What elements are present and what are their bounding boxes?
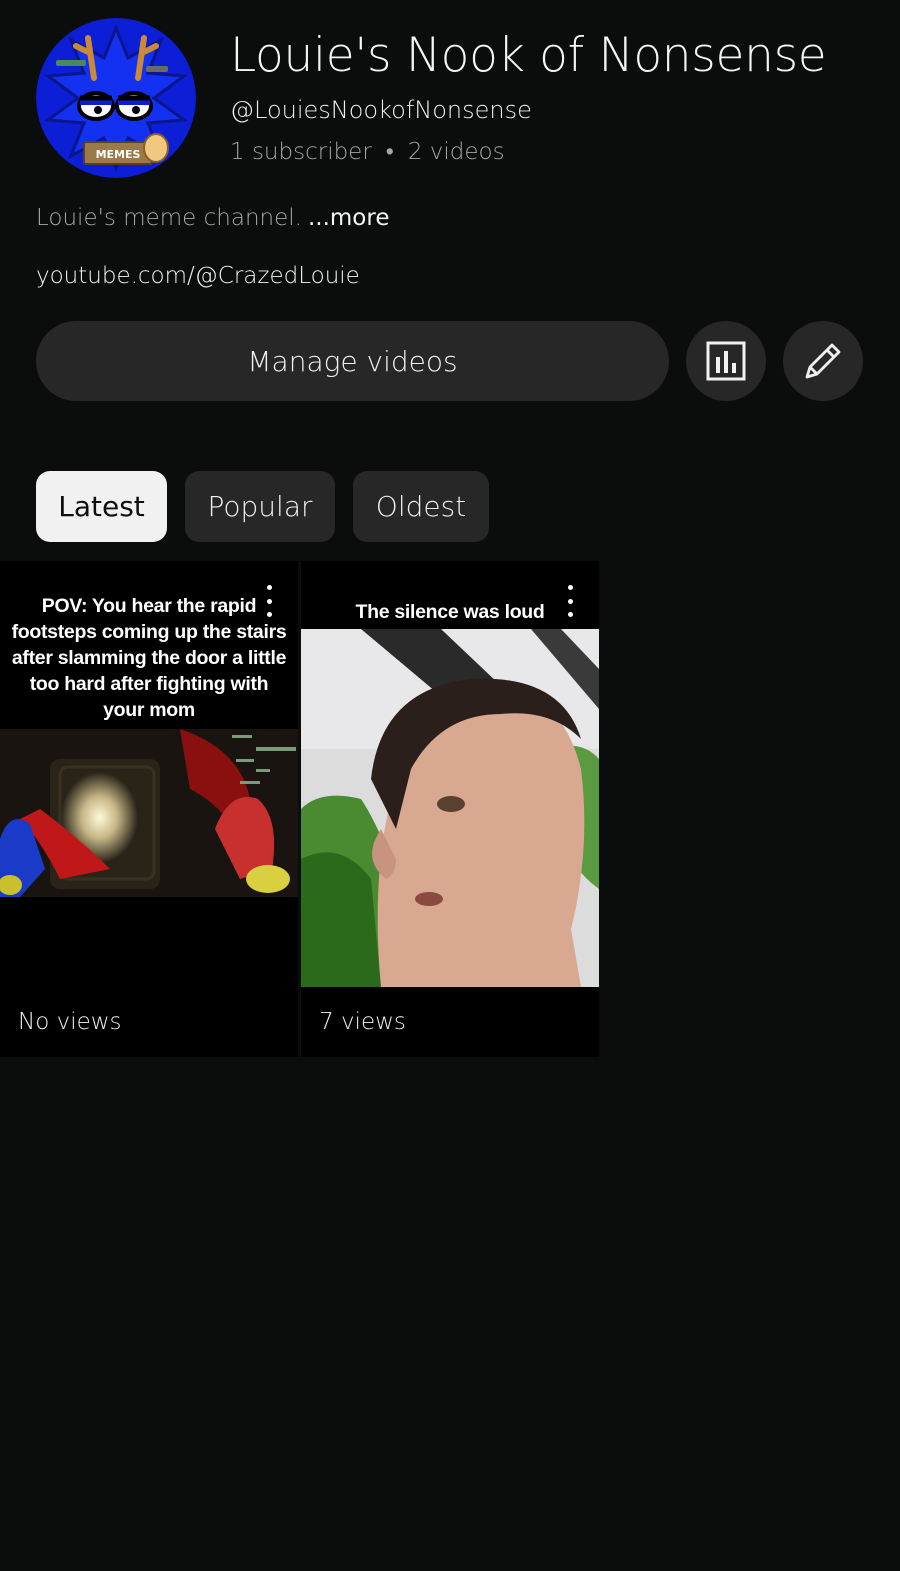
pencil-icon — [805, 343, 841, 379]
short-caption: POV: You hear the rapid footsteps coming… — [11, 595, 287, 721]
description-text: Louie's meme channel. — [36, 205, 302, 231]
short-caption: The silence was loud — [355, 601, 545, 623]
analytics-button[interactable] — [686, 321, 766, 401]
bar-chart-icon — [706, 341, 746, 381]
short-views: 7 views — [319, 1009, 406, 1035]
video-count: 2 videos — [407, 139, 505, 165]
more-options-icon[interactable] — [257, 585, 281, 617]
subscriber-count: 1 subscriber — [230, 139, 372, 165]
short-thumbnail — [301, 629, 599, 987]
channel-stats: 1 subscriber • 2 videos — [230, 138, 505, 165]
channel-link[interactable]: youtube.com/@CrazedLouie — [36, 263, 360, 289]
channel-page: MEMES Louie's Nook of Nonsense @LouiesNo… — [0, 0, 900, 1571]
more-link[interactable]: ...more — [308, 205, 390, 231]
stats-separator: • — [385, 139, 394, 165]
filter-chip-popular[interactable]: Popular — [185, 471, 335, 542]
short-views: No views — [18, 1009, 122, 1035]
channel-avatar[interactable]: MEMES — [36, 18, 196, 178]
channel-description[interactable]: Louie's meme channel. ...more — [36, 205, 389, 231]
filter-chip-latest[interactable]: Latest — [36, 471, 167, 542]
short-thumbnail — [0, 729, 298, 897]
avatar-sign-text: MEMES — [96, 148, 141, 161]
channel-handle: @LouiesNookofNonsense — [230, 96, 532, 124]
short-card[interactable]: The silence was loud 7 views — [301, 561, 599, 1057]
channel-name: Louie's Nook of Nonsense — [230, 28, 827, 83]
filter-chip-oldest[interactable]: Oldest — [353, 471, 489, 542]
edit-channel-button[interactable] — [783, 321, 863, 401]
manage-videos-button[interactable]: Manage videos — [36, 321, 669, 401]
more-options-icon[interactable] — [558, 585, 582, 617]
avatar-image: MEMES — [36, 18, 196, 178]
short-card[interactable]: POV: You hear the rapid footsteps coming… — [0, 561, 298, 1057]
